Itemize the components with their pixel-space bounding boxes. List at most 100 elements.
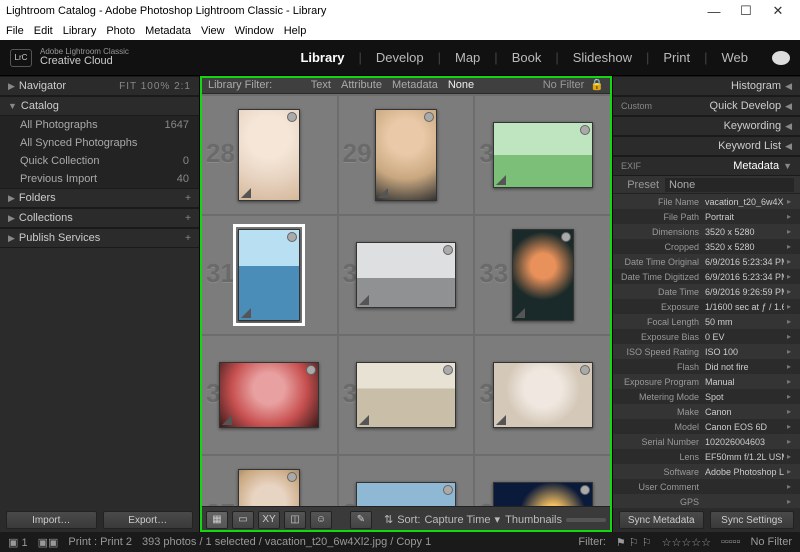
no-filter-dropdown[interactable]: No Filter bbox=[543, 79, 585, 91]
module-develop[interactable]: Develop bbox=[376, 50, 424, 65]
catalog-item[interactable]: All Synced Photographs bbox=[0, 134, 199, 152]
library-filter-bar[interactable]: Library Filter: TextAttributeMetadataNon… bbox=[200, 76, 612, 94]
grid-cell[interactable]: 39 bbox=[475, 456, 610, 506]
import-button[interactable]: Import… bbox=[6, 511, 97, 529]
metadata-row[interactable]: LensEF50mm f/1.2L USM▸ bbox=[613, 449, 800, 464]
export-button[interactable]: Export… bbox=[103, 511, 194, 529]
cloud-sync-icon[interactable] bbox=[772, 51, 790, 65]
navigator-panel-header[interactable]: ▶ Navigator FIT 100% 2:1 bbox=[0, 76, 199, 96]
metadata-preset-row[interactable]: Preset None bbox=[613, 176, 800, 194]
catalog-item[interactable]: Previous Import40 bbox=[0, 170, 199, 188]
menu-view[interactable]: View bbox=[201, 25, 225, 37]
filter-tab-text[interactable]: Text bbox=[311, 79, 331, 91]
thumbnail-grid[interactable]: 282930 313233 343536 373839 bbox=[200, 94, 612, 506]
menu-photo[interactable]: Photo bbox=[106, 25, 135, 37]
metadata-row[interactable]: User Comment▸ bbox=[613, 479, 800, 494]
add-folder-icon[interactable]: + bbox=[185, 193, 191, 204]
metadata-row[interactable]: Focal Length50 mm▸ bbox=[613, 314, 800, 329]
module-map[interactable]: Map bbox=[455, 50, 480, 65]
menu-metadata[interactable]: Metadata bbox=[145, 25, 191, 37]
metadata-row[interactable]: Dimensions3520 x 5280▸ bbox=[613, 224, 800, 239]
metadata-row[interactable]: Exposure1/1600 sec at ƒ / 1.6▸ bbox=[613, 299, 800, 314]
module-book[interactable]: Book bbox=[512, 50, 542, 65]
menu-file[interactable]: File bbox=[6, 25, 24, 37]
publish-panel-header[interactable]: ▶ Publish Services + bbox=[0, 228, 199, 248]
metadata-row[interactable]: ModelCanon EOS 6D▸ bbox=[613, 419, 800, 434]
menu-window[interactable]: Window bbox=[235, 25, 274, 37]
painter-tool-button[interactable]: ✎ bbox=[350, 511, 372, 529]
folders-panel-header[interactable]: ▶ Folders + bbox=[0, 188, 199, 208]
metadata-row[interactable]: MakeCanon▸ bbox=[613, 404, 800, 419]
metadata-row[interactable]: SoftwareAdobe Photoshop Lightroom S…▸ bbox=[613, 464, 800, 479]
navigator-zoom-controls[interactable]: FIT 100% 2:1 bbox=[119, 81, 191, 92]
grid-cell[interactable]: 36 bbox=[475, 336, 610, 454]
grid-cell[interactable]: 30 bbox=[475, 96, 610, 214]
sync-settings-button[interactable]: Sync Settings bbox=[710, 511, 795, 529]
keywording-panel-header[interactable]: Keywording ◀ bbox=[613, 116, 800, 136]
module-library[interactable]: Library bbox=[300, 50, 344, 65]
metadata-row[interactable]: File PathPortrait▸ bbox=[613, 209, 800, 224]
grid-cell[interactable]: 35 bbox=[339, 336, 474, 454]
sort-value-dropdown[interactable]: Capture Time bbox=[424, 514, 490, 526]
menu-help[interactable]: Help bbox=[284, 25, 307, 37]
grid-cell[interactable]: 34 bbox=[202, 336, 337, 454]
status-nofilter[interactable]: No Filter bbox=[750, 536, 792, 548]
filter-color-icon[interactable]: ▫▫▫▫▫ bbox=[721, 536, 741, 548]
metadata-row[interactable]: Date Time6/9/2016 9:26:59 PM▸ bbox=[613, 284, 800, 299]
preset-value[interactable]: None bbox=[665, 178, 794, 192]
grid-view-button[interactable]: ▦ bbox=[206, 511, 228, 529]
module-web[interactable]: Web bbox=[722, 50, 749, 65]
collections-panel-header[interactable]: ▶ Collections + bbox=[0, 208, 199, 228]
catalog-panel-header[interactable]: ▼ Catalog bbox=[0, 96, 199, 116]
add-publish-icon[interactable]: + bbox=[185, 233, 191, 244]
metadata-panel-header[interactable]: EXIF Metadata ▼ bbox=[613, 156, 800, 176]
module-print[interactable]: Print bbox=[663, 50, 690, 65]
metadata-row[interactable]: Cropped3520 x 5280▸ bbox=[613, 239, 800, 254]
metadata-row[interactable]: Serial Number102026004603▸ bbox=[613, 434, 800, 449]
metadata-row[interactable]: ISO Speed RatingISO 100▸ bbox=[613, 344, 800, 359]
filter-tab-metadata[interactable]: Metadata bbox=[392, 79, 438, 91]
metadata-row[interactable]: File Namevacation_t20_6w4Xl2.jpg▸ bbox=[613, 194, 800, 209]
lock-icon[interactable]: 🔒 bbox=[590, 78, 604, 91]
compare-view-button[interactable]: XY bbox=[258, 511, 280, 529]
survey-view-button[interactable]: ◫ bbox=[284, 511, 306, 529]
grid-cell[interactable]: 37 bbox=[202, 456, 337, 506]
catalog-item[interactable]: Quick Collection0 bbox=[0, 152, 199, 170]
grid-cell[interactable]: 32 bbox=[339, 216, 474, 334]
filter-tab-none[interactable]: None bbox=[448, 79, 474, 91]
metadata-row[interactable]: FlashDid not fire▸ bbox=[613, 359, 800, 374]
grid-cell[interactable]: 33 bbox=[475, 216, 610, 334]
sync-metadata-button[interactable]: Sync Metadata bbox=[619, 511, 704, 529]
second-window-icon[interactable]: ▣▣ bbox=[38, 536, 59, 549]
keywordlist-panel-header[interactable]: Keyword List ◀ bbox=[613, 136, 800, 156]
filter-tab-attribute[interactable]: Attribute bbox=[341, 79, 382, 91]
menu-edit[interactable]: Edit bbox=[34, 25, 53, 37]
metadata-row[interactable]: Metering ModeSpot▸ bbox=[613, 389, 800, 404]
grid-cell[interactable]: 31 bbox=[202, 216, 337, 334]
metadata-row[interactable]: Date Time Digitized6/9/2016 5:23:34 PM▸ bbox=[613, 269, 800, 284]
people-view-button[interactable]: ☺ bbox=[310, 511, 332, 529]
close-icon[interactable]: ✕ bbox=[762, 3, 794, 19]
metadata-mode[interactable]: EXIF bbox=[621, 161, 641, 171]
metadata-row[interactable]: GPS▸ bbox=[613, 494, 800, 508]
quickdevelop-panel-header[interactable]: Custom Quick Develop ◀ bbox=[613, 96, 800, 116]
thumbnail-size-slider[interactable] bbox=[566, 518, 606, 522]
loupe-view-button[interactable]: ▭ bbox=[232, 511, 254, 529]
grid-cell[interactable]: 28 bbox=[202, 96, 337, 214]
sort-direction-icon[interactable]: ⇅ bbox=[384, 513, 393, 526]
filmstrip-toggle-icon[interactable]: ▣ 1 bbox=[8, 536, 28, 549]
filter-star-icon[interactable]: ☆☆☆☆☆ bbox=[662, 536, 711, 549]
module-slideshow[interactable]: Slideshow bbox=[573, 50, 632, 65]
menu-library[interactable]: Library bbox=[63, 25, 97, 37]
grid-cell[interactable]: 29 bbox=[339, 96, 474, 214]
metadata-row[interactable]: Exposure Bias0 EV▸ bbox=[613, 329, 800, 344]
add-collection-icon[interactable]: + bbox=[185, 213, 191, 224]
histogram-panel-header[interactable]: Histogram ◀ bbox=[613, 76, 800, 96]
metadata-row[interactable]: Exposure ProgramManual▸ bbox=[613, 374, 800, 389]
minimize-icon[interactable]: — bbox=[698, 4, 730, 19]
catalog-item[interactable]: All Photographs1647 bbox=[0, 116, 199, 134]
filter-flag-icon[interactable]: ⚑ ⚐ ⚐ bbox=[616, 536, 652, 549]
grid-cell[interactable]: 38 bbox=[339, 456, 474, 506]
maximize-icon[interactable]: ☐ bbox=[730, 3, 762, 19]
metadata-row[interactable]: Date Time Original6/9/2016 5:23:34 PM▸ bbox=[613, 254, 800, 269]
